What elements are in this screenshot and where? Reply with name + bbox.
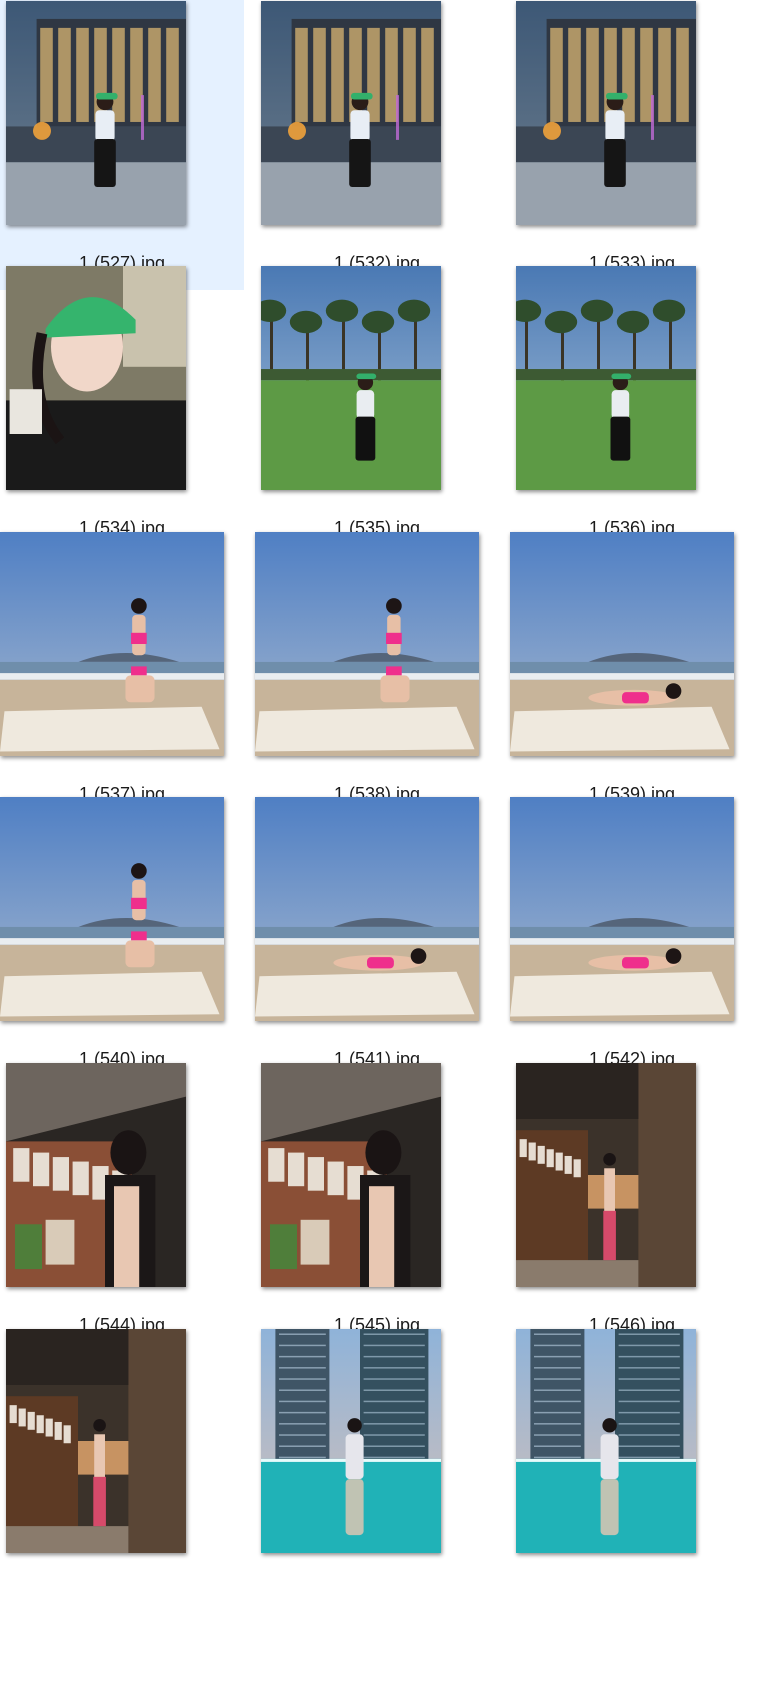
file-item[interactable]: 1 (545).jpg	[255, 1062, 499, 1352]
image-thumbnail[interactable]	[0, 532, 224, 756]
image-thumbnail[interactable]	[516, 266, 696, 490]
thumbnail-container	[0, 796, 244, 1044]
thumbnail-container	[255, 796, 499, 1044]
image-thumbnail[interactable]	[516, 1, 696, 225]
thumbnail-container	[0, 531, 244, 779]
file-item[interactable]: 1 (541).jpg	[255, 796, 499, 1086]
image-thumbnail[interactable]	[6, 1329, 186, 1553]
file-grid: 1 (527).jpg 1 (532).jpg 1 (533).jpg 1 (5…	[0, 0, 757, 1706]
file-item[interactable]: 1 (544).jpg	[0, 1062, 244, 1352]
thumbnail-container	[0, 265, 244, 513]
file-item[interactable]: 1 (542).jpg	[510, 796, 754, 1086]
file-item[interactable]: 1 (533).jpg	[510, 0, 754, 290]
file-item[interactable]: 1 (537).jpg	[0, 531, 244, 821]
file-item[interactable]: 1 (546).jpg	[510, 1062, 754, 1352]
image-thumbnail[interactable]	[6, 1, 186, 225]
thumbnail-container	[0, 0, 244, 248]
image-thumbnail[interactable]	[516, 1063, 696, 1287]
image-thumbnail[interactable]	[510, 532, 734, 756]
file-item[interactable]: 1 (534).jpg	[0, 265, 244, 555]
thumbnail-container	[510, 1328, 754, 1576]
image-thumbnail[interactable]	[6, 266, 186, 490]
thumbnail-container	[255, 265, 499, 513]
file-item[interactable]: 1 (532).jpg	[255, 0, 499, 290]
thumbnail-container	[510, 1062, 754, 1310]
image-thumbnail[interactable]	[261, 266, 441, 490]
image-thumbnail[interactable]	[255, 797, 479, 1021]
image-thumbnail[interactable]	[261, 1329, 441, 1553]
thumbnail-container	[0, 1328, 244, 1576]
image-thumbnail[interactable]	[516, 1329, 696, 1553]
image-thumbnail[interactable]	[261, 1, 441, 225]
image-thumbnail[interactable]	[261, 1063, 441, 1287]
thumbnail-container	[510, 0, 754, 248]
image-thumbnail[interactable]	[6, 1063, 186, 1287]
thumbnail-container	[510, 796, 754, 1044]
thumbnail-container	[510, 531, 754, 779]
file-item[interactable]	[510, 1328, 754, 1618]
image-thumbnail[interactable]	[510, 797, 734, 1021]
file-item[interactable]: 1 (535).jpg	[255, 265, 499, 555]
file-item[interactable]: 1 (539).jpg	[510, 531, 754, 821]
file-item[interactable]	[0, 1328, 244, 1618]
thumbnail-container	[255, 1328, 499, 1576]
thumbnail-container	[255, 531, 499, 779]
image-thumbnail[interactable]	[255, 532, 479, 756]
thumbnail-container	[255, 1062, 499, 1310]
file-item[interactable]: 1 (527).jpg	[0, 0, 244, 290]
file-item[interactable]: 1 (538).jpg	[255, 531, 499, 821]
image-thumbnail[interactable]	[0, 797, 224, 1021]
thumbnail-container	[255, 0, 499, 248]
file-item[interactable]	[255, 1328, 499, 1618]
thumbnail-container	[0, 1062, 244, 1310]
file-item[interactable]: 1 (536).jpg	[510, 265, 754, 555]
file-item[interactable]: 1 (540).jpg	[0, 796, 244, 1086]
thumbnail-container	[510, 265, 754, 513]
